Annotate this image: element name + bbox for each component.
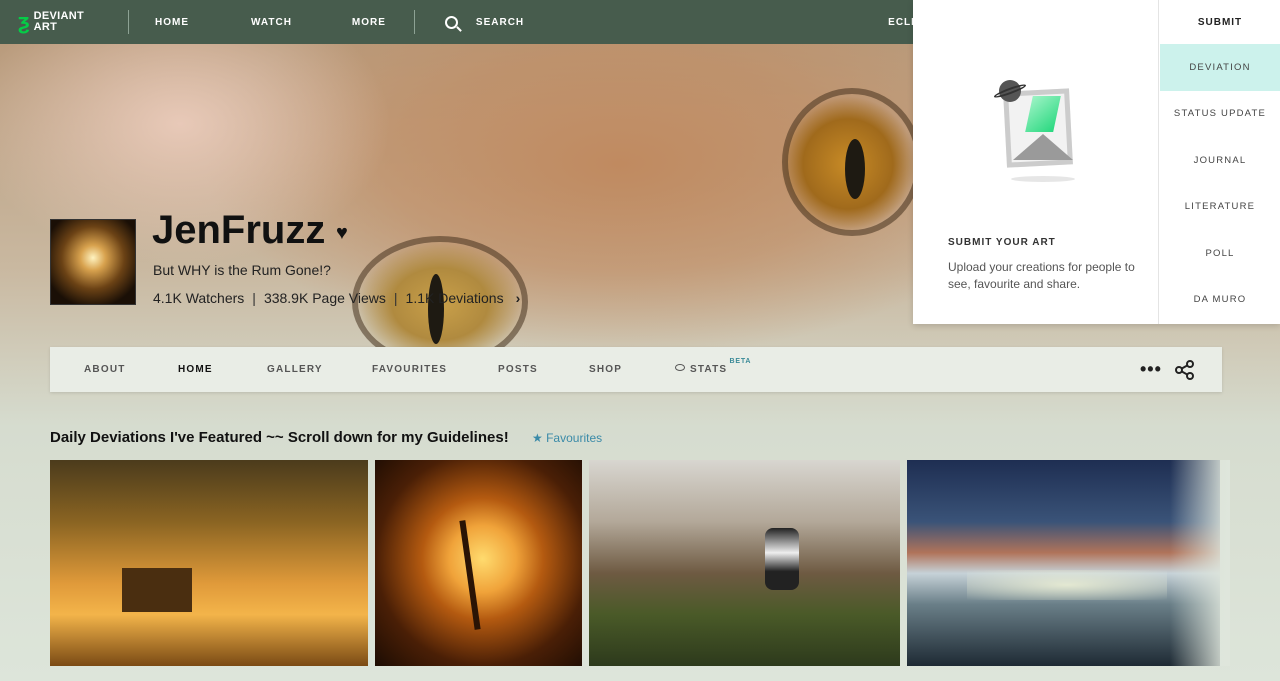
page-views-count: 338.9K Page Views <box>263 290 386 306</box>
submit-menu-heading[interactable]: SUBMIT <box>1160 0 1280 44</box>
profile-stats[interactable]: 4.1K Watchers | 338.9K Page Views | 1.1K… <box>153 290 520 306</box>
submit-promo: SUBMIT YOUR ART Upload your creations fo… <box>913 0 1159 324</box>
cover-cat-pupil-right <box>845 139 865 199</box>
thumbnail-detail <box>967 570 1167 600</box>
share-icon[interactable] <box>1175 360 1195 380</box>
nav-more-link[interactable]: MORE <box>352 17 386 28</box>
submit-promo-title: SUBMIT YOUR ART <box>948 237 1056 248</box>
submit-deviation-item[interactable]: DEVIATION <box>1160 44 1280 91</box>
profile-tabs-bar: ABOUT HOME GALLERY FAVOURITES POSTS SHOP… <box>50 347 1222 392</box>
thumbnail-detail <box>765 528 799 590</box>
heart-icon[interactable]: ♥ <box>336 222 348 245</box>
gallery-edge-fade <box>1170 460 1230 666</box>
more-options-icon[interactable]: ••• <box>1140 359 1162 380</box>
gallery-thumbnail[interactable] <box>50 460 368 666</box>
cover-cat-pupil-left <box>428 274 444 344</box>
thumbnail-detail <box>459 520 481 630</box>
mountain-icon <box>1013 134 1073 160</box>
tab-favourites[interactable]: FAVOURITES <box>372 364 447 375</box>
nav-watch-link[interactable]: WATCH <box>251 17 292 28</box>
favourites-tag-label: Favourites <box>546 431 603 445</box>
submit-journal-item[interactable]: JOURNAL <box>1160 137 1280 184</box>
nav-divider <box>413 10 415 34</box>
submit-status-update-item[interactable]: STATUS UPDATE <box>1160 91 1280 138</box>
tab-about[interactable]: ABOUT <box>84 364 126 375</box>
search-button[interactable]: SEARCH <box>476 17 524 28</box>
submit-literature-item[interactable]: LITERATURE <box>1160 184 1280 231</box>
favourites-tag[interactable]: ★ Favourites <box>532 431 602 445</box>
nav-home-link[interactable]: HOME <box>155 17 189 28</box>
tab-posts[interactable]: POSTS <box>498 364 538 375</box>
search-icon[interactable] <box>444 15 458 29</box>
tab-shop[interactable]: SHOP <box>589 364 622 375</box>
submit-menu-list: SUBMIT DEVIATION STATUS UPDATE JOURNAL L… <box>1160 0 1280 324</box>
tab-stats[interactable]: STATS BETA <box>675 358 751 375</box>
submit-dropdown-panel: SUBMIT YOUR ART Upload your creations fo… <box>913 0 1280 324</box>
submit-art-illustration <box>992 78 1085 184</box>
chevron-right-icon[interactable]: › <box>516 290 521 306</box>
tab-home[interactable]: HOME <box>178 364 213 375</box>
nav-divider <box>128 10 129 34</box>
submit-promo-description: Upload your creations for people to see,… <box>948 260 1135 291</box>
deviantart-logo[interactable]: ƺ DEVIANT ART <box>18 9 128 35</box>
tab-stats-label: STATS <box>690 364 728 375</box>
deviantart-logo-icon: ƺ <box>18 9 30 34</box>
stats-separator: | <box>252 290 256 306</box>
deviations-count: 1.1K Deviations <box>405 290 504 306</box>
profile-username[interactable]: JenFruzz <box>152 208 325 253</box>
profile-tagline: But WHY is the Rum Gone!? <box>153 262 331 278</box>
gallery-thumbnail[interactable] <box>375 460 582 666</box>
stats-separator: | <box>393 290 398 306</box>
logo-wordmark: DEVIANT ART <box>33 10 84 33</box>
thumbnail-detail <box>122 568 192 612</box>
section-title: Daily Deviations I've Featured ~~ Scroll… <box>50 429 509 446</box>
beta-badge: BETA <box>729 358 752 365</box>
gallery-thumbnail[interactable] <box>589 460 900 666</box>
watchers-count: 4.1K Watchers <box>153 290 245 306</box>
tab-gallery[interactable]: GALLERY <box>267 364 323 375</box>
avatar[interactable] <box>50 219 136 305</box>
illustration-shadow <box>1011 176 1075 182</box>
submit-da-muro-item[interactable]: DA MURO <box>1160 277 1280 324</box>
submit-poll-item[interactable]: POLL <box>1160 230 1280 277</box>
eye-icon <box>675 364 685 371</box>
